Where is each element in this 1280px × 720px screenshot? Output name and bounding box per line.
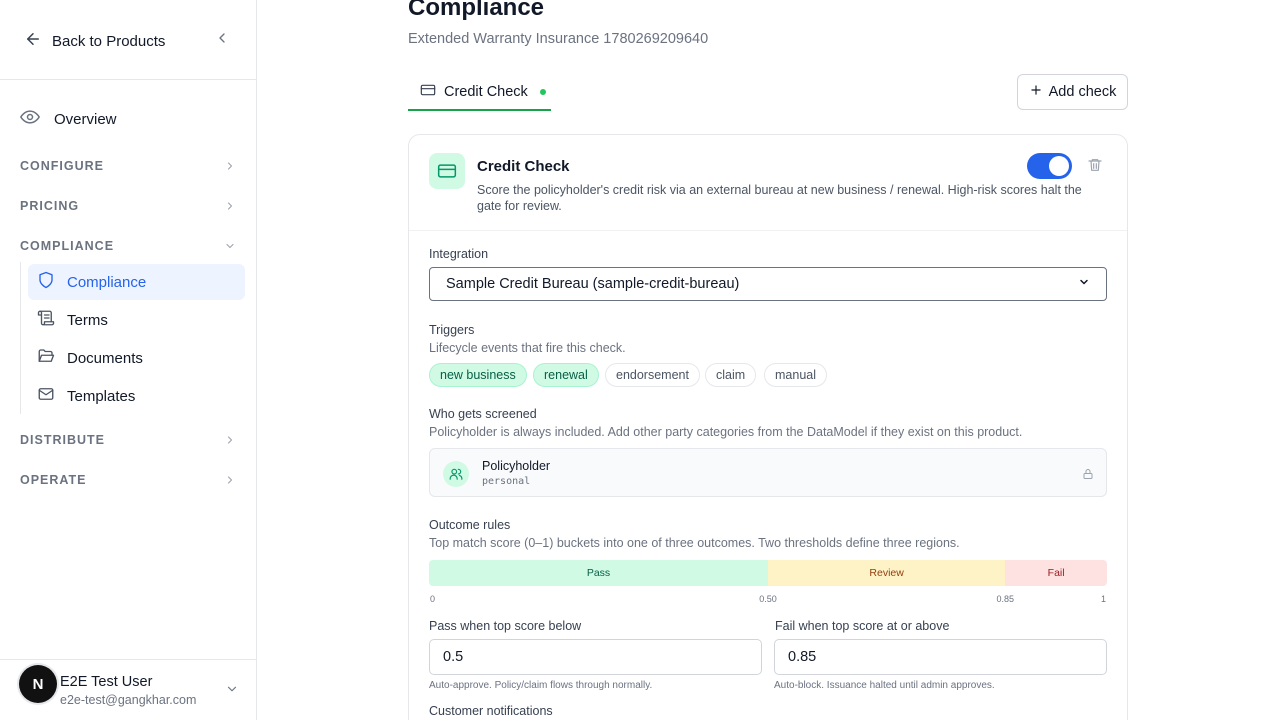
card-header: Credit Check Score the policyholder's cr… bbox=[409, 135, 1127, 231]
avatar[interactable]: N bbox=[19, 665, 57, 703]
sidebar-section-compliance[interactable]: COMPLIANCE bbox=[20, 234, 236, 258]
page-title: Compliance bbox=[408, 0, 545, 21]
integration-label: Integration bbox=[429, 247, 489, 261]
party-row-policyholder: Policyholder personal bbox=[429, 448, 1107, 497]
section-label: CONFIGURE bbox=[20, 159, 104, 173]
add-check-label: Add check bbox=[1048, 84, 1117, 100]
tab-credit-check[interactable]: Credit Check bbox=[408, 74, 551, 111]
trigger-chip-claim[interactable]: claim bbox=[705, 363, 757, 387]
folder-open-icon bbox=[37, 347, 55, 369]
section-label: DISTRIBUTE bbox=[20, 433, 105, 447]
user-profile: N E2E Test User e2e-test@gangkhar.com bbox=[0, 659, 256, 720]
score-tick: 0.85 bbox=[996, 594, 1015, 604]
score-tick: 1 bbox=[1100, 594, 1106, 604]
trigger-chip-manual[interactable]: manual bbox=[764, 363, 827, 387]
chevron-right-icon bbox=[224, 474, 236, 486]
sidebar-item-documents[interactable]: Documents bbox=[28, 340, 245, 376]
plus-icon bbox=[1029, 83, 1043, 101]
trigger-chip-renewal[interactable]: renewal bbox=[533, 363, 599, 387]
collapse-sidebar-button[interactable] bbox=[212, 30, 232, 50]
sidebar-item-templates[interactable]: Templates bbox=[28, 378, 245, 414]
pass-threshold-input[interactable]: 0.5 bbox=[429, 639, 762, 675]
section-label: PRICING bbox=[20, 199, 80, 213]
chevron-down-icon bbox=[225, 683, 239, 700]
chevron-right-icon bbox=[224, 434, 236, 446]
chevron-left-icon bbox=[214, 30, 230, 51]
sidebar-item-label: Templates bbox=[67, 387, 136, 405]
outcome-score-bar: Pass Review Fail bbox=[429, 560, 1107, 586]
sidebar-item-label: Documents bbox=[67, 349, 143, 367]
outcome-label: Outcome rules bbox=[429, 518, 511, 532]
sidebar-header: Back to Products bbox=[0, 0, 256, 80]
trash-icon bbox=[1087, 159, 1103, 177]
user-menu-button[interactable] bbox=[225, 682, 239, 696]
eye-icon bbox=[20, 107, 40, 131]
fail-threshold-input[interactable]: 0.85 bbox=[774, 639, 1107, 675]
integration-select[interactable]: Sample Credit Bureau (sample-credit-bure… bbox=[429, 267, 1107, 301]
check-title: Credit Check bbox=[477, 158, 570, 175]
add-check-button[interactable]: Add check bbox=[1017, 74, 1128, 110]
party-name: Policyholder bbox=[482, 459, 551, 473]
chevron-down-icon bbox=[224, 240, 236, 252]
outcome-segment-pass: Pass bbox=[429, 560, 768, 586]
shield-icon bbox=[37, 271, 55, 293]
credit-card-icon bbox=[420, 82, 436, 102]
fail-threshold-help: Auto-block. Issuance halted until admin … bbox=[774, 680, 995, 691]
scroll-icon bbox=[37, 309, 55, 331]
credit-card-icon bbox=[429, 153, 465, 189]
delete-check-button[interactable] bbox=[1087, 157, 1103, 173]
lock-icon bbox=[1082, 467, 1094, 479]
triggers-help: Lifecycle events that fire this check. bbox=[429, 341, 626, 355]
user-name: E2E Test User bbox=[60, 674, 153, 690]
outcome-segment-fail: Fail bbox=[1005, 560, 1107, 586]
score-tick: 0 bbox=[430, 594, 436, 604]
section-label: COMPLIANCE bbox=[20, 239, 115, 253]
sidebar-item-terms[interactable]: Terms bbox=[28, 302, 245, 338]
trigger-chip-new-business[interactable]: new business bbox=[429, 363, 527, 387]
back-to-products-label: Back to Products bbox=[52, 32, 166, 50]
fail-threshold-label: Fail when top score at or above bbox=[775, 619, 950, 633]
compliance-submenu: Compliance Terms Documents Templates bbox=[20, 262, 245, 414]
status-dot bbox=[539, 88, 546, 95]
arrow-left-icon bbox=[24, 30, 42, 52]
outcome-help: Top match score (0–1) buckets into one o… bbox=[429, 536, 960, 550]
sidebar-item-label: Terms bbox=[67, 311, 108, 329]
section-label: OPERATE bbox=[20, 473, 87, 487]
sidebar-section-pricing[interactable]: PRICING bbox=[20, 194, 236, 218]
chevron-right-icon bbox=[224, 200, 236, 212]
back-to-products-link[interactable]: Back to Products bbox=[24, 30, 165, 52]
page-subtitle: Extended Warranty Insurance 178026920964… bbox=[408, 31, 709, 47]
mail-icon bbox=[37, 385, 55, 407]
sidebar-item-label: Overview bbox=[54, 110, 117, 128]
tab-label: Credit Check bbox=[444, 83, 528, 100]
sidebar-item-compliance[interactable]: Compliance bbox=[28, 264, 245, 300]
check-description: Score the policyholder's credit risk via… bbox=[477, 183, 1082, 213]
trigger-chip-endorsement[interactable]: endorsement bbox=[605, 363, 700, 387]
user-email: e2e-test@gangkhar.com bbox=[60, 693, 197, 707]
sidebar-section-configure[interactable]: CONFIGURE bbox=[20, 154, 236, 178]
pass-threshold-label: Pass when top score below bbox=[429, 619, 582, 633]
sidebar-item-overview[interactable]: Overview bbox=[20, 107, 117, 131]
pass-threshold-help: Auto-approve. Policy/claim flows through… bbox=[429, 680, 653, 691]
chevron-right-icon bbox=[224, 160, 236, 172]
users-icon bbox=[443, 461, 469, 487]
sidebar: Back to Products Overview CONFIGURE PRIC… bbox=[0, 0, 257, 720]
screened-label: Who gets screened bbox=[429, 407, 537, 421]
toggle-knob bbox=[1049, 156, 1069, 176]
sidebar-section-distribute[interactable]: DISTRIBUTE bbox=[20, 428, 236, 452]
score-tick: 0.50 bbox=[759, 594, 777, 604]
credit-check-card: Credit Check Score the policyholder's cr… bbox=[408, 134, 1128, 720]
party-type: personal bbox=[482, 476, 531, 487]
customer-notifications-label: Customer notifications bbox=[429, 704, 553, 718]
outcome-segment-review: Review bbox=[768, 560, 1006, 586]
triggers-label: Triggers bbox=[429, 323, 475, 337]
sidebar-section-operate[interactable]: OPERATE bbox=[20, 468, 236, 492]
integration-value: Sample Credit Bureau (sample-credit-bure… bbox=[446, 276, 740, 292]
enable-check-toggle[interactable] bbox=[1027, 153, 1072, 179]
chevron-down-icon bbox=[1078, 276, 1090, 292]
sidebar-item-label: Compliance bbox=[67, 273, 147, 291]
screened-help: Policyholder is always included. Add oth… bbox=[429, 425, 1023, 439]
